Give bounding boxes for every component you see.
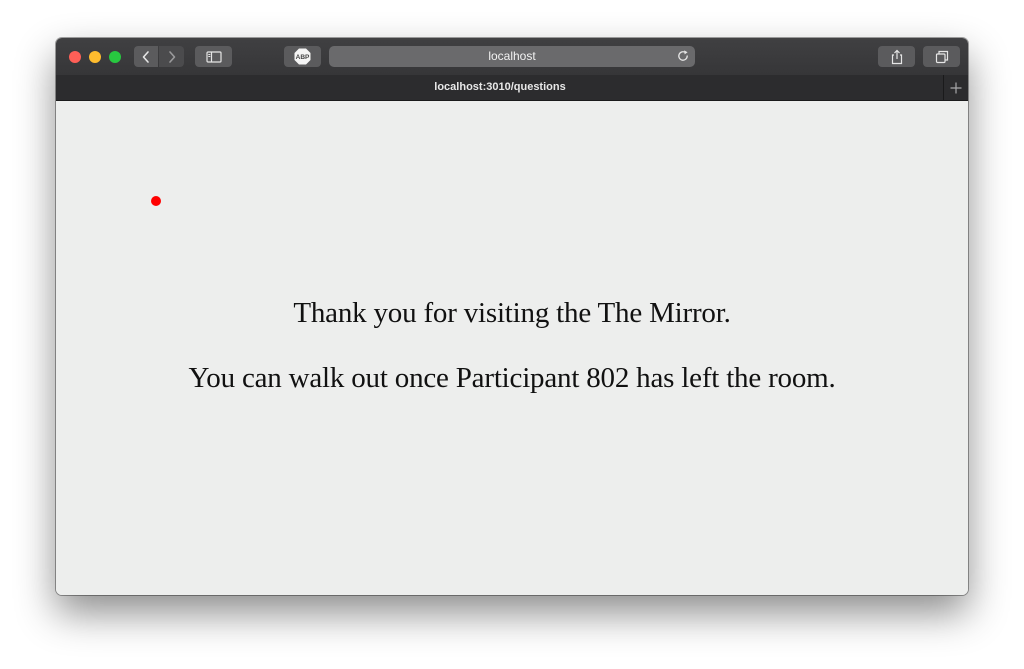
minimize-window-button[interactable]: [89, 51, 101, 63]
page-content: Thank you for visiting the The Mirror. Y…: [56, 101, 968, 595]
adblock-button[interactable]: ABP: [284, 46, 321, 67]
address-text: localhost: [488, 49, 536, 63]
chevron-left-icon: [142, 50, 149, 63]
tabs-overview-icon: [935, 50, 948, 63]
status-indicator-dot: [151, 196, 161, 206]
tab-bar: localhost:3010/questions: [56, 75, 968, 101]
address-bar[interactable]: localhost: [329, 46, 695, 67]
chevron-right-icon: [168, 50, 175, 63]
abp-label: ABP: [296, 54, 310, 61]
new-tab-button[interactable]: [943, 75, 968, 100]
plus-icon: [950, 82, 962, 93]
tab-overview-button[interactable]: [923, 46, 960, 67]
sidebar-toggle-button[interactable]: [195, 46, 232, 67]
exit-instruction-message: You can walk out once Participant 802 ha…: [188, 362, 836, 394]
reload-icon[interactable]: [676, 49, 690, 63]
close-window-button[interactable]: [69, 51, 81, 63]
back-button[interactable]: [134, 46, 158, 67]
forward-button[interactable]: [159, 46, 184, 67]
thank-you-message: Thank you for visiting the The Mirror.: [293, 297, 731, 329]
browser-window: ABP localhost localhost:3010/questions T…: [56, 38, 968, 595]
browser-toolbar: ABP localhost: [56, 38, 968, 76]
share-icon: [891, 49, 902, 64]
adblock-icon: ABP: [294, 48, 311, 65]
sidebar-icon: [205, 50, 222, 63]
share-button[interactable]: [878, 46, 915, 67]
zoom-window-button[interactable]: [109, 51, 121, 63]
tab-active[interactable]: localhost:3010/questions: [56, 75, 944, 100]
